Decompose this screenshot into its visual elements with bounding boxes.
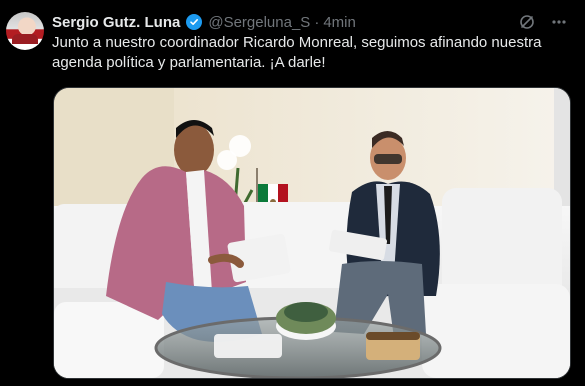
tweet-photo[interactable] — [53, 87, 571, 379]
tweet-header: Sergio Gutz. Luna @Sergeluna_S · 4min — [52, 12, 356, 32]
separator-dot: · — [314, 13, 320, 31]
grok-icon[interactable] — [517, 12, 537, 32]
verified-badge-icon — [186, 14, 203, 30]
author-handle[interactable]: @Sergeluna_S — [208, 14, 310, 31]
tweet: Sergio Gutz. Luna @Sergeluna_S · 4min Ju… — [0, 0, 585, 386]
more-icon[interactable] — [549, 12, 569, 32]
avatar[interactable] — [6, 12, 44, 50]
post-time[interactable]: 4min — [323, 14, 356, 31]
header-actions — [517, 12, 569, 32]
author-name[interactable]: Sergio Gutz. Luna — [52, 14, 180, 31]
tweet-text: Junto a nuestro coordinador Ricardo Monr… — [52, 34, 542, 71]
